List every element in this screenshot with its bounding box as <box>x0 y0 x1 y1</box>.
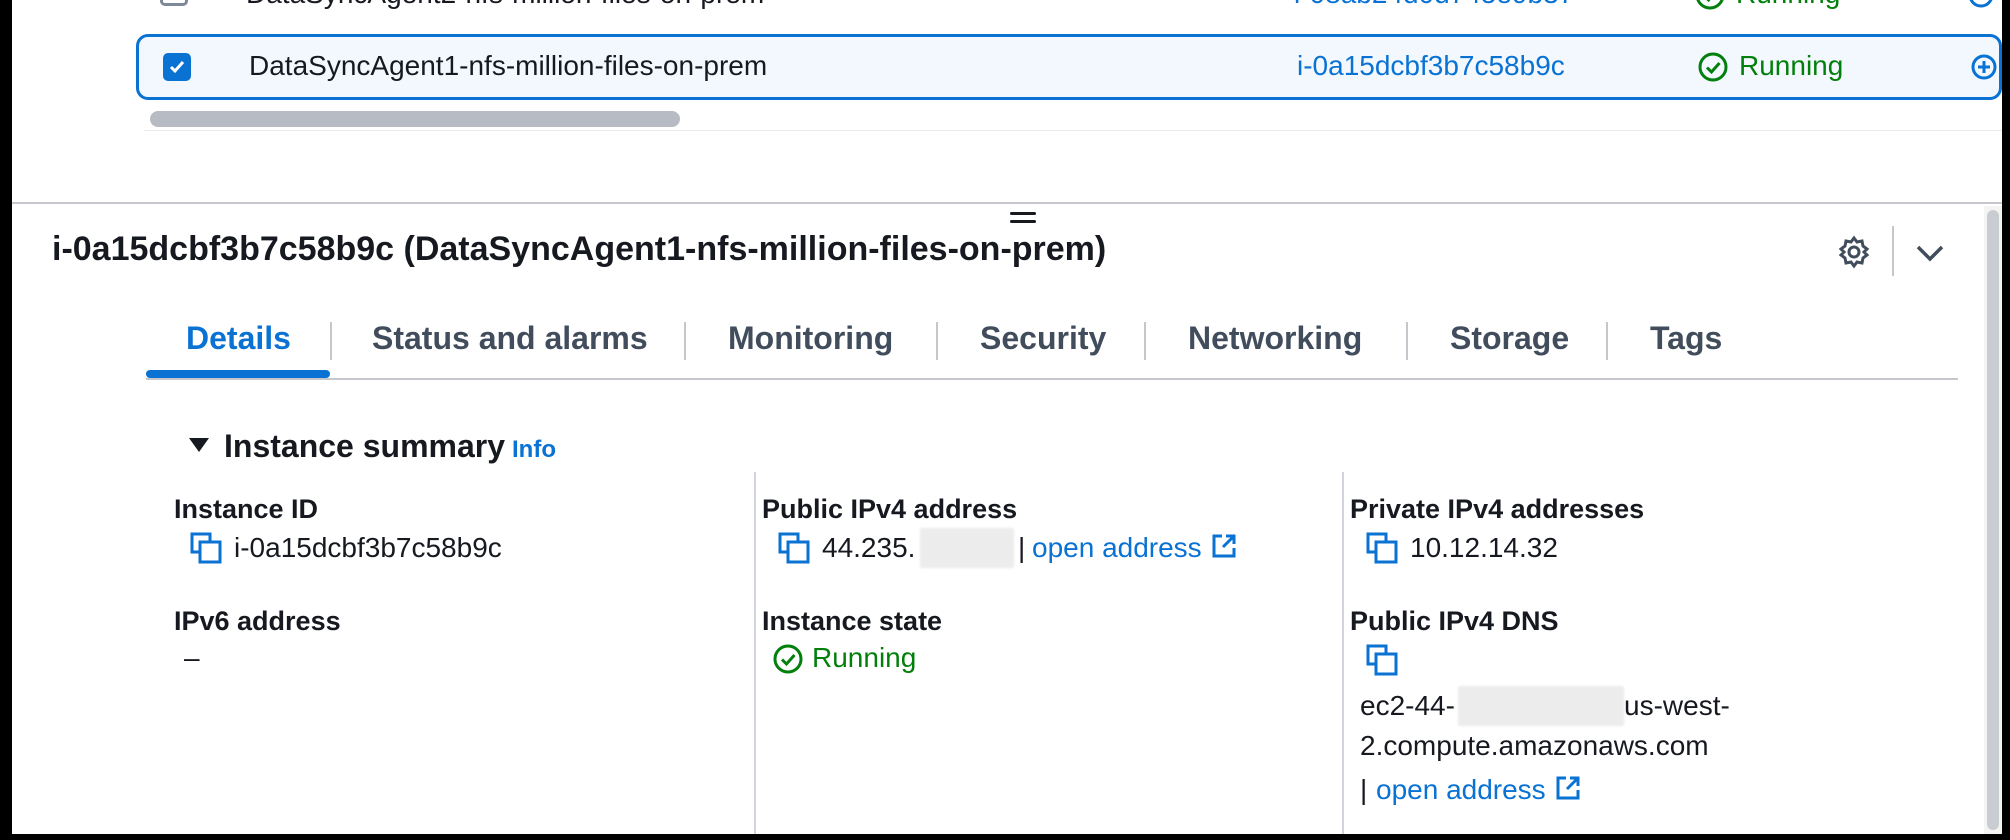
success-check-icon <box>1696 0 1724 10</box>
copy-icon[interactable] <box>1366 644 1398 676</box>
instance-state-text: Running <box>812 642 917 673</box>
instance-id-label: Instance ID <box>174 494 319 524</box>
split-panel-divider <box>12 202 2002 204</box>
tab-monitoring[interactable]: Monitoring <box>728 320 893 357</box>
private-ipv4-label: Private IPv4 addresses <box>1350 494 1645 524</box>
horizontal-scrollbar-thumb[interactable] <box>150 111 680 127</box>
instance-id-value: i-0a15dcbf3b7c58b9c <box>234 532 502 563</box>
instance-id-link[interactable]: i-08ab24d0d745e9b37 <box>1294 0 1574 10</box>
public-dns-label: Public IPv4 DNS <box>1350 606 1559 636</box>
horizontal-scrollbar[interactable] <box>144 108 2002 131</box>
tab-tags[interactable]: Tags <box>1650 320 1722 357</box>
redacted-region <box>1458 686 1624 726</box>
open-address-link[interactable]: open address <box>1032 532 1238 564</box>
vertical-scrollbar[interactable] <box>1984 206 2002 834</box>
ec2-console-frame: DataSyncAgent2-nfs-million-files-on-prem… <box>10 0 2002 834</box>
instance-state-label: Instance state <box>762 606 943 636</box>
table-row-selected[interactable]: DataSyncAgent1-nfs-million-files-on-prem… <box>136 34 2002 100</box>
ipv6-label: IPv6 address <box>174 606 341 636</box>
tab-details[interactable]: Details <box>186 320 291 357</box>
row-checkbox[interactable] <box>160 0 188 6</box>
zoom-icon[interactable] <box>1969 52 1999 87</box>
active-tab-indicator <box>146 370 330 378</box>
tab-networking[interactable]: Networking <box>1188 320 1362 357</box>
external-link-icon <box>1212 534 1236 558</box>
row-checkbox-checked[interactable] <box>163 53 191 81</box>
gear-icon[interactable] <box>1834 232 1874 272</box>
column-divider <box>1342 472 1344 834</box>
tab-separator <box>936 322 938 360</box>
tab-separator <box>1606 322 1608 360</box>
split-drag-handle-icon[interactable] <box>1010 212 1036 226</box>
ipv6-value: – <box>184 642 200 673</box>
redacted-region <box>920 528 1014 568</box>
tab-status-and-alarms[interactable]: Status and alarms <box>372 320 648 357</box>
success-check-icon <box>773 644 803 674</box>
public-dns-line2: 2.compute.amazonaws.com <box>1360 730 1709 761</box>
public-dns-prefix: ec2-44- <box>1360 690 1455 721</box>
external-link-icon <box>1556 776 1580 800</box>
public-ipv4-value: 44.235. <box>822 532 916 563</box>
copy-icon[interactable] <box>778 532 810 564</box>
copy-icon[interactable] <box>190 532 222 564</box>
table-row[interactable]: DataSyncAgent2-nfs-million-files-on-prem… <box>136 0 2002 22</box>
dns-open-address-label[interactable]: open address <box>1376 774 1546 805</box>
open-address-separator: | <box>1018 532 1026 563</box>
header-divider <box>1892 226 1894 276</box>
tab-separator <box>1144 322 1146 360</box>
success-check-icon <box>1698 52 1728 82</box>
info-link[interactable]: Info <box>512 436 556 464</box>
state-label: Running <box>1739 50 1844 81</box>
column-divider <box>754 472 756 834</box>
zoom-icon[interactable] <box>1966 0 1996 15</box>
open-address-label[interactable]: open address <box>1032 532 1202 563</box>
instance-summary-heading[interactable]: Instance summary <box>224 428 505 465</box>
instance-name: DataSyncAgent2-nfs-million-files-on-prem <box>246 0 764 10</box>
checkmark-icon <box>169 61 185 74</box>
chevron-down-icon[interactable] <box>1912 236 1948 270</box>
private-ipv4-value: 10.12.14.32 <box>1410 532 1558 563</box>
instance-name: DataSyncAgent1-nfs-million-files-on-prem <box>249 50 768 81</box>
details-panel-title: i-0a15dcbf3b7c58b9c (DataSyncAgent1-nfs-… <box>52 230 1107 268</box>
public-ipv4-label: Public IPv4 address <box>762 494 1018 524</box>
details-tabs: Details Status and alarms Monitoring Sec… <box>146 316 1958 380</box>
tab-separator <box>684 322 686 360</box>
instance-id-link[interactable]: i-0a15dcbf3b7c58b9c <box>1297 50 1565 82</box>
caret-down-icon[interactable] <box>188 436 210 459</box>
public-dns-suffix: us-west- <box>1624 690 1730 721</box>
vertical-scrollbar-thumb[interactable] <box>1987 210 1999 830</box>
tab-separator <box>330 322 332 360</box>
state-label: Running <box>1736 0 1840 10</box>
tab-storage[interactable]: Storage <box>1450 320 1569 357</box>
dns-open-separator: | <box>1360 774 1368 805</box>
tab-separator <box>1406 322 1408 360</box>
dns-open-address-link[interactable]: open address <box>1376 774 1582 806</box>
copy-icon[interactable] <box>1366 532 1398 564</box>
tab-security[interactable]: Security <box>980 320 1106 357</box>
